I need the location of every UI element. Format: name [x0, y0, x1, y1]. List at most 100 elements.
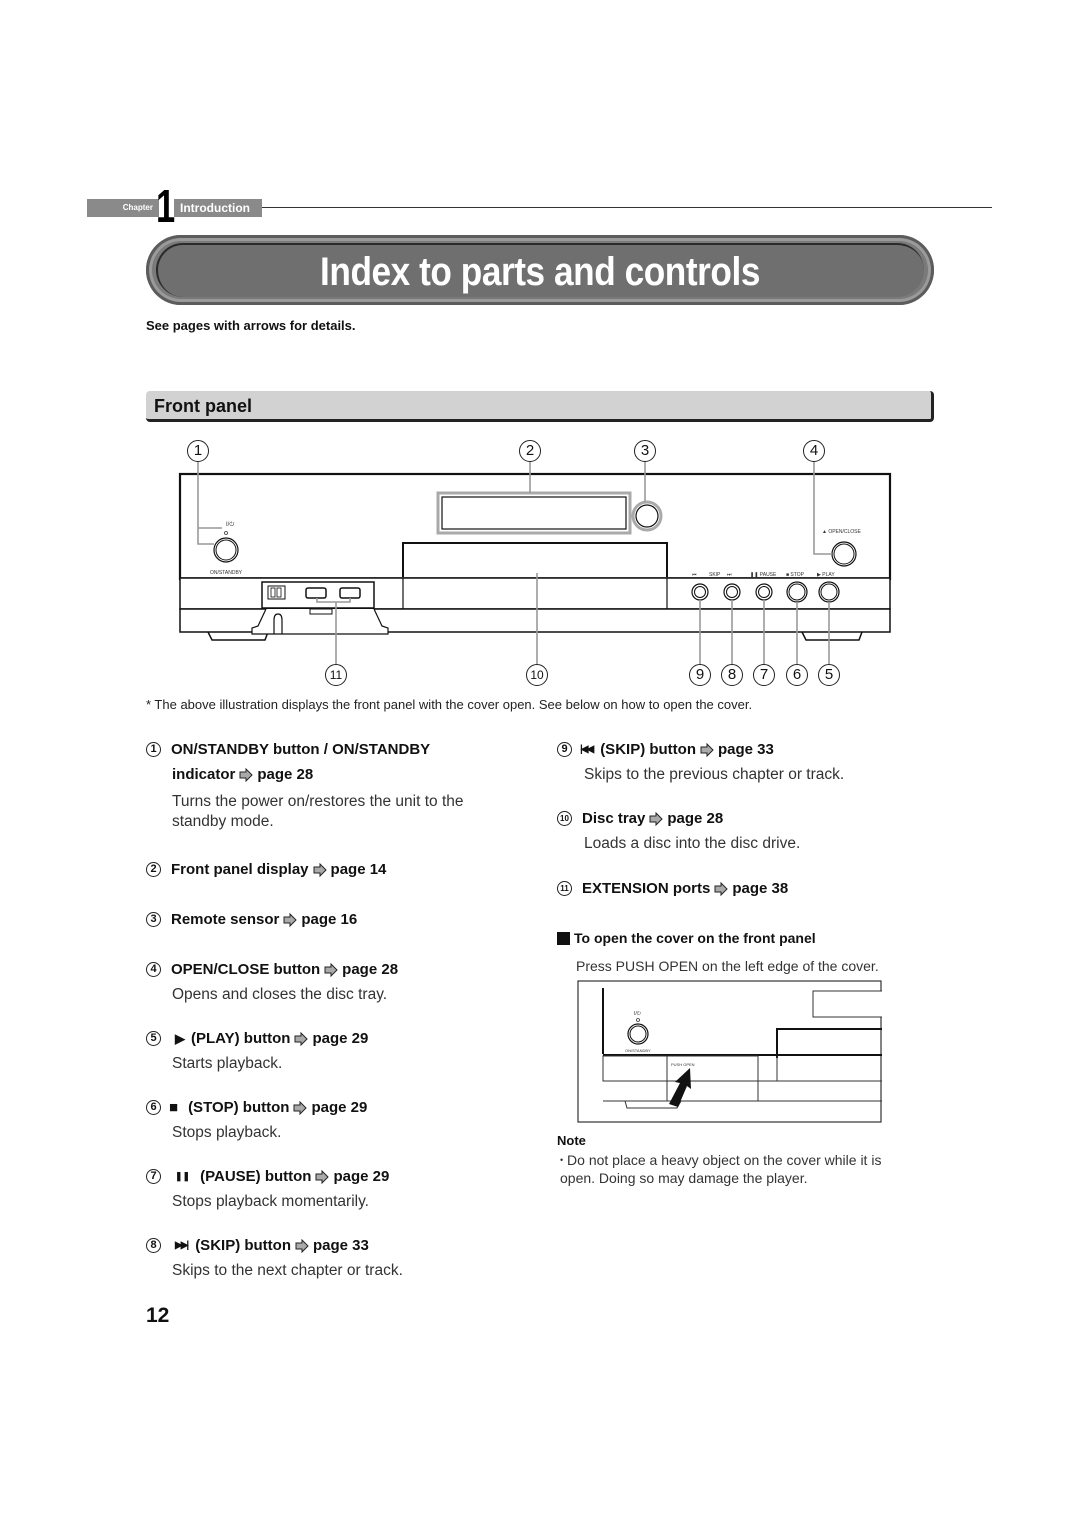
play-icon: ▶	[175, 1031, 185, 1046]
on-standby-label: ON/STANDBY	[210, 570, 243, 576]
page-ref[interactable]: page 29	[311, 1095, 367, 1120]
callout-11: 11	[325, 664, 347, 686]
callout-8: 8	[721, 664, 743, 686]
entry-description: Stops playback momentarily.	[172, 1193, 369, 1210]
entry-5: 5 ▶ (PLAY) button page 29 Starts playbac…	[146, 1026, 368, 1074]
callout-1: 1	[187, 440, 209, 462]
cover-section-title: To open the cover on the front panel	[574, 930, 816, 946]
chapter-title: Introduction	[174, 199, 262, 217]
callout-5: 5	[818, 664, 840, 686]
entry-number: 4	[146, 962, 161, 977]
callout-2: 2	[519, 440, 541, 462]
skip-label: SKIP	[709, 572, 721, 578]
page-arrow-icon	[239, 767, 254, 782]
entry-description: Loads a disc into the disc drive.	[584, 835, 801, 852]
header-rule	[262, 207, 992, 208]
entry-4: 4 OPEN/CLOSE button page 28 Opens and cl…	[146, 957, 398, 1005]
skip-prev-button	[691, 583, 709, 601]
entry-1: 1 ON/STANDBY button / ON/STANDBY indicat…	[146, 737, 516, 832]
entry-3: 3 Remote sensor page 16	[146, 907, 357, 932]
page-ref[interactable]: page 28	[342, 957, 398, 982]
page-ref[interactable]: page 29	[333, 1164, 389, 1189]
callout-9: 9	[689, 664, 711, 686]
entry-title: EXTENSION ports	[582, 880, 711, 897]
page-number: 12	[146, 1304, 170, 1327]
entry-7: 7 ❚❚ (PAUSE) button page 29 Stops playba…	[146, 1164, 389, 1212]
play-label: ▶ PLAY	[817, 572, 835, 578]
entry-title: OPEN/CLOSE button	[171, 961, 321, 978]
page-ref[interactable]: page 33	[313, 1233, 369, 1258]
entry-6: 6 ■ (STOP) button page 29 Stops playback…	[146, 1095, 367, 1143]
page-title: Index to parts and controls	[320, 250, 760, 294]
entry-number: 1	[146, 742, 161, 757]
entry-number: 11	[557, 881, 572, 896]
entry-title: Remote sensor	[171, 911, 280, 928]
remote-sensor	[631, 500, 663, 532]
callout-7: 7	[753, 664, 775, 686]
open-close-label: ▲ OPEN/CLOSE	[822, 529, 862, 535]
page-arrow-icon	[295, 1238, 309, 1253]
page-arrow-icon	[315, 1169, 330, 1184]
pause-button	[755, 583, 773, 601]
push-open-label: PUSH OPEN	[671, 1062, 695, 1067]
stop-icon: ■	[169, 1099, 179, 1116]
page-ref[interactable]: page 14	[331, 857, 387, 882]
entry-title: (SKIP) button	[195, 1237, 291, 1254]
entry-title: (PAUSE) button	[200, 1168, 312, 1185]
extension-port-2	[339, 587, 361, 599]
skip-next-icon: ▶▶|	[175, 1240, 189, 1251]
cover-section-heading: To open the cover on the front panel	[557, 930, 816, 946]
entry-number: 7	[146, 1169, 161, 1184]
entry-title: (SKIP) button	[600, 741, 696, 758]
entry-number: 5	[146, 1031, 161, 1046]
page-ref[interactable]: page 28	[667, 806, 723, 831]
entry-description: Skips to the next chapter or track.	[172, 1262, 403, 1279]
cover-illustration: I/⏻ ON/STANDBY PUSH OPEN	[577, 980, 882, 1123]
page-ref[interactable]: page 29	[312, 1026, 368, 1051]
page-ref[interactable]: page 16	[301, 907, 357, 932]
pause-icon: ❚❚	[175, 1171, 191, 1181]
entry-description: Starts playback.	[172, 1055, 283, 1072]
section-title: Front panel	[154, 396, 252, 416]
page-ref[interactable]: page 38	[732, 876, 788, 901]
entry-title: (STOP) button	[188, 1099, 290, 1116]
page-ref[interactable]: page 33	[718, 737, 774, 762]
entry-11: 11 EXTENSION ports page 38	[557, 876, 788, 901]
callout-4: 4	[803, 440, 825, 462]
page-arrow-icon	[324, 962, 338, 977]
entry-title: Front panel display	[171, 861, 309, 878]
entry-2: 2 Front panel display page 14	[146, 857, 386, 882]
entry-10: 10 Disc tray page 28 Loads a disc into t…	[557, 806, 800, 854]
entry-9: 9 |◀◀ (SKIP) button page 33 Skips to the…	[557, 737, 844, 785]
entry-number: 8	[146, 1238, 161, 1253]
page-arrow-icon	[293, 1100, 308, 1115]
on-standby-button	[627, 1023, 649, 1045]
extension-port-1	[305, 587, 327, 599]
page-arrow-icon	[313, 862, 327, 877]
entry-description: Stops playback.	[172, 1124, 282, 1141]
entry-description: Opens and closes the disc tray.	[172, 986, 388, 1003]
page-arrow-icon	[283, 912, 298, 927]
entry-title: (PLAY) button	[191, 1030, 291, 1047]
entry-description: Skips to the previous chapter or track.	[584, 766, 845, 783]
skip-prev-icon: |◀◀	[580, 744, 594, 755]
subtitle: See pages with arrows for details.	[146, 318, 356, 333]
cover-section-description: Press PUSH OPEN on the left edge of the …	[576, 958, 879, 974]
entry-number: 6	[146, 1100, 161, 1115]
entry-number: 9	[557, 742, 572, 757]
skip-prev-label: ⏮	[692, 572, 697, 578]
page-ref[interactable]: page 28	[257, 762, 313, 787]
square-bullet-icon	[557, 931, 570, 945]
right-foot	[801, 631, 863, 641]
entry-title: Disc tray	[582, 810, 646, 827]
entry-title-cont: indicator	[172, 766, 236, 783]
on-standby-button	[213, 537, 239, 563]
entry-description: Turns the power on/restores the unit to …	[172, 793, 464, 830]
power-symbol-label: I/⏻	[226, 521, 234, 528]
open-close-button	[831, 541, 857, 567]
skip-next-label: ⏭	[727, 572, 732, 578]
skip-next-button	[723, 583, 741, 601]
chapter-label: Chapter	[87, 199, 159, 217]
chapter-number: 1	[156, 180, 176, 232]
note-title: Note	[557, 1133, 586, 1148]
